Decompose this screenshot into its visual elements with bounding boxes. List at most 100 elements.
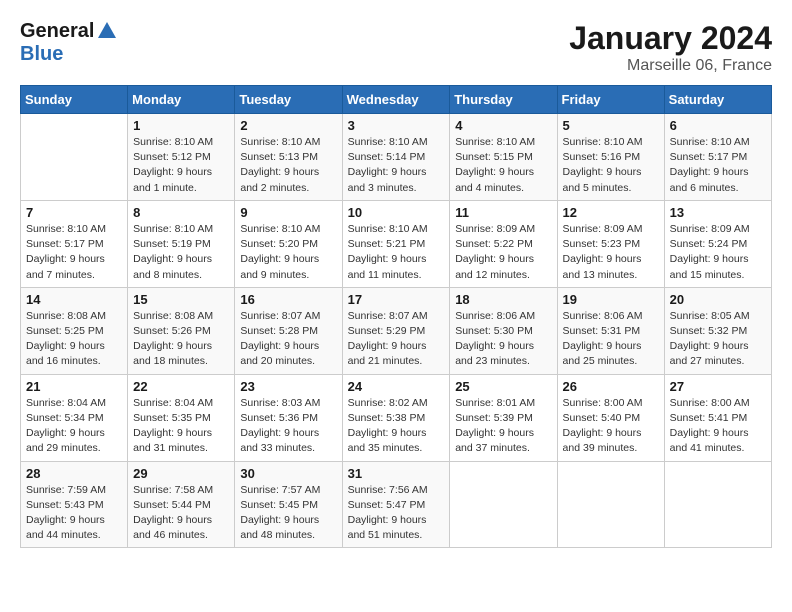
logo-general-text: General bbox=[20, 20, 94, 43]
day-number: 6 bbox=[670, 118, 766, 133]
calendar-cell: 31 Sunrise: 7:56 AMSunset: 5:47 PMDaylig… bbox=[342, 461, 450, 548]
day-number: 28 bbox=[26, 466, 122, 481]
calendar-week-row: 1 Sunrise: 8:10 AMSunset: 5:12 PMDayligh… bbox=[21, 114, 772, 201]
calendar-cell: 8 Sunrise: 8:10 AMSunset: 5:19 PMDayligh… bbox=[128, 200, 235, 287]
calendar-cell: 19 Sunrise: 8:06 AMSunset: 5:31 PMDaylig… bbox=[557, 287, 664, 374]
day-detail: Sunrise: 8:10 AMSunset: 5:17 PMDaylight:… bbox=[26, 222, 122, 283]
day-number: 8 bbox=[133, 205, 229, 220]
day-detail: Sunrise: 8:10 AMSunset: 5:17 PMDaylight:… bbox=[670, 135, 766, 196]
day-number: 24 bbox=[348, 379, 445, 394]
day-number: 25 bbox=[455, 379, 551, 394]
calendar-cell: 27 Sunrise: 8:00 AMSunset: 5:41 PMDaylig… bbox=[664, 374, 771, 461]
day-detail: Sunrise: 7:58 AMSunset: 5:44 PMDaylight:… bbox=[133, 483, 229, 544]
day-number: 2 bbox=[240, 118, 336, 133]
calendar-cell: 6 Sunrise: 8:10 AMSunset: 5:17 PMDayligh… bbox=[664, 114, 771, 201]
day-detail: Sunrise: 8:00 AMSunset: 5:40 PMDaylight:… bbox=[563, 396, 659, 457]
calendar-cell: 24 Sunrise: 8:02 AMSunset: 5:38 PMDaylig… bbox=[342, 374, 450, 461]
weekday-header: Saturday bbox=[664, 86, 771, 114]
calendar-cell: 1 Sunrise: 8:10 AMSunset: 5:12 PMDayligh… bbox=[128, 114, 235, 201]
weekday-header: Thursday bbox=[450, 86, 557, 114]
day-number: 30 bbox=[240, 466, 336, 481]
calendar-cell: 11 Sunrise: 8:09 AMSunset: 5:22 PMDaylig… bbox=[450, 200, 557, 287]
calendar-table: SundayMondayTuesdayWednesdayThursdayFrid… bbox=[20, 85, 772, 548]
calendar-cell: 4 Sunrise: 8:10 AMSunset: 5:15 PMDayligh… bbox=[450, 114, 557, 201]
day-number: 19 bbox=[563, 292, 659, 307]
calendar-week-row: 28 Sunrise: 7:59 AMSunset: 5:43 PMDaylig… bbox=[21, 461, 772, 548]
day-number: 22 bbox=[133, 379, 229, 394]
calendar-cell: 30 Sunrise: 7:57 AMSunset: 5:45 PMDaylig… bbox=[235, 461, 342, 548]
calendar-cell: 28 Sunrise: 7:59 AMSunset: 5:43 PMDaylig… bbox=[21, 461, 128, 548]
calendar-cell bbox=[21, 114, 128, 201]
logo-blue-text: Blue bbox=[20, 43, 63, 65]
logo-icon bbox=[96, 20, 118, 42]
calendar-week-row: 21 Sunrise: 8:04 AMSunset: 5:34 PMDaylig… bbox=[21, 374, 772, 461]
day-detail: Sunrise: 8:03 AMSunset: 5:36 PMDaylight:… bbox=[240, 396, 336, 457]
calendar-cell: 23 Sunrise: 8:03 AMSunset: 5:36 PMDaylig… bbox=[235, 374, 342, 461]
day-detail: Sunrise: 8:09 AMSunset: 5:23 PMDaylight:… bbox=[563, 222, 659, 283]
day-detail: Sunrise: 8:10 AMSunset: 5:12 PMDaylight:… bbox=[133, 135, 229, 196]
day-detail: Sunrise: 8:10 AMSunset: 5:19 PMDaylight:… bbox=[133, 222, 229, 283]
day-number: 18 bbox=[455, 292, 551, 307]
day-number: 3 bbox=[348, 118, 445, 133]
day-number: 4 bbox=[455, 118, 551, 133]
calendar-cell: 26 Sunrise: 8:00 AMSunset: 5:40 PMDaylig… bbox=[557, 374, 664, 461]
calendar-cell: 9 Sunrise: 8:10 AMSunset: 5:20 PMDayligh… bbox=[235, 200, 342, 287]
day-detail: Sunrise: 8:00 AMSunset: 5:41 PMDaylight:… bbox=[670, 396, 766, 457]
day-detail: Sunrise: 7:57 AMSunset: 5:45 PMDaylight:… bbox=[240, 483, 336, 544]
day-number: 13 bbox=[670, 205, 766, 220]
day-detail: Sunrise: 8:10 AMSunset: 5:20 PMDaylight:… bbox=[240, 222, 336, 283]
day-detail: Sunrise: 8:04 AMSunset: 5:35 PMDaylight:… bbox=[133, 396, 229, 457]
day-detail: Sunrise: 8:08 AMSunset: 5:25 PMDaylight:… bbox=[26, 309, 122, 370]
calendar-cell: 29 Sunrise: 7:58 AMSunset: 5:44 PMDaylig… bbox=[128, 461, 235, 548]
day-detail: Sunrise: 8:01 AMSunset: 5:39 PMDaylight:… bbox=[455, 396, 551, 457]
calendar-cell: 20 Sunrise: 8:05 AMSunset: 5:32 PMDaylig… bbox=[664, 287, 771, 374]
calendar-cell bbox=[450, 461, 557, 548]
calendar-title: January 2024 bbox=[569, 20, 772, 57]
day-detail: Sunrise: 8:05 AMSunset: 5:32 PMDaylight:… bbox=[670, 309, 766, 370]
day-detail: Sunrise: 8:02 AMSunset: 5:38 PMDaylight:… bbox=[348, 396, 445, 457]
weekday-header-row: SundayMondayTuesdayWednesdayThursdayFrid… bbox=[21, 86, 772, 114]
day-number: 14 bbox=[26, 292, 122, 307]
calendar-cell: 14 Sunrise: 8:08 AMSunset: 5:25 PMDaylig… bbox=[21, 287, 128, 374]
calendar-week-row: 7 Sunrise: 8:10 AMSunset: 5:17 PMDayligh… bbox=[21, 200, 772, 287]
calendar-cell: 5 Sunrise: 8:10 AMSunset: 5:16 PMDayligh… bbox=[557, 114, 664, 201]
calendar-location: Marseille 06, France bbox=[569, 57, 772, 75]
calendar-cell bbox=[557, 461, 664, 548]
calendar-cell: 13 Sunrise: 8:09 AMSunset: 5:24 PMDaylig… bbox=[664, 200, 771, 287]
weekday-header: Tuesday bbox=[235, 86, 342, 114]
calendar-cell: 25 Sunrise: 8:01 AMSunset: 5:39 PMDaylig… bbox=[450, 374, 557, 461]
day-number: 20 bbox=[670, 292, 766, 307]
calendar-cell: 17 Sunrise: 8:07 AMSunset: 5:29 PMDaylig… bbox=[342, 287, 450, 374]
day-detail: Sunrise: 8:10 AMSunset: 5:15 PMDaylight:… bbox=[455, 135, 551, 196]
title-block: January 2024 Marseille 06, France bbox=[569, 20, 772, 75]
calendar-cell: 12 Sunrise: 8:09 AMSunset: 5:23 PMDaylig… bbox=[557, 200, 664, 287]
day-number: 10 bbox=[348, 205, 445, 220]
day-detail: Sunrise: 8:06 AMSunset: 5:30 PMDaylight:… bbox=[455, 309, 551, 370]
day-number: 15 bbox=[133, 292, 229, 307]
weekday-header: Friday bbox=[557, 86, 664, 114]
calendar-cell: 2 Sunrise: 8:10 AMSunset: 5:13 PMDayligh… bbox=[235, 114, 342, 201]
day-detail: Sunrise: 8:10 AMSunset: 5:14 PMDaylight:… bbox=[348, 135, 445, 196]
page-header: General Blue January 2024 Marseille 06, … bbox=[20, 20, 772, 75]
day-number: 21 bbox=[26, 379, 122, 394]
calendar-cell: 22 Sunrise: 8:04 AMSunset: 5:35 PMDaylig… bbox=[128, 374, 235, 461]
day-number: 29 bbox=[133, 466, 229, 481]
calendar-cell: 7 Sunrise: 8:10 AMSunset: 5:17 PMDayligh… bbox=[21, 200, 128, 287]
calendar-cell: 18 Sunrise: 8:06 AMSunset: 5:30 PMDaylig… bbox=[450, 287, 557, 374]
day-detail: Sunrise: 7:56 AMSunset: 5:47 PMDaylight:… bbox=[348, 483, 445, 544]
day-detail: Sunrise: 8:08 AMSunset: 5:26 PMDaylight:… bbox=[133, 309, 229, 370]
day-number: 11 bbox=[455, 205, 551, 220]
day-detail: Sunrise: 8:07 AMSunset: 5:28 PMDaylight:… bbox=[240, 309, 336, 370]
day-number: 9 bbox=[240, 205, 336, 220]
day-number: 1 bbox=[133, 118, 229, 133]
day-number: 12 bbox=[563, 205, 659, 220]
day-detail: Sunrise: 8:09 AMSunset: 5:24 PMDaylight:… bbox=[670, 222, 766, 283]
weekday-header: Monday bbox=[128, 86, 235, 114]
day-detail: Sunrise: 8:09 AMSunset: 5:22 PMDaylight:… bbox=[455, 222, 551, 283]
day-detail: Sunrise: 8:10 AMSunset: 5:21 PMDaylight:… bbox=[348, 222, 445, 283]
day-detail: Sunrise: 8:10 AMSunset: 5:16 PMDaylight:… bbox=[563, 135, 659, 196]
calendar-cell: 3 Sunrise: 8:10 AMSunset: 5:14 PMDayligh… bbox=[342, 114, 450, 201]
day-number: 27 bbox=[670, 379, 766, 394]
day-detail: Sunrise: 7:59 AMSunset: 5:43 PMDaylight:… bbox=[26, 483, 122, 544]
weekday-header: Sunday bbox=[21, 86, 128, 114]
